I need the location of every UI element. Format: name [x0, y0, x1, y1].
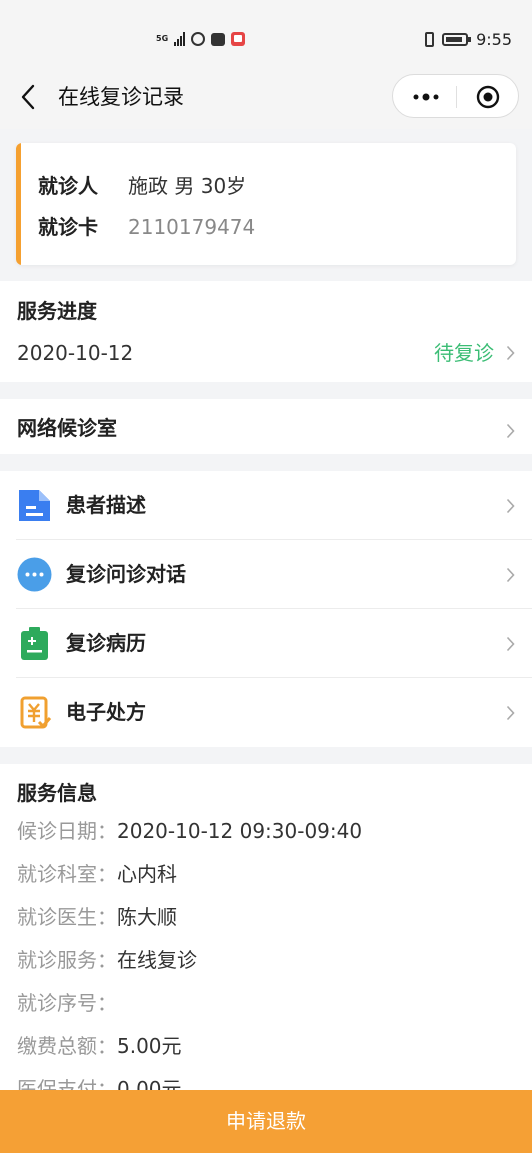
miniapp-capsule: [392, 74, 519, 118]
chevron-right-icon: [506, 345, 515, 361]
clock: 9:55: [476, 29, 512, 49]
chevron-right-icon: [506, 705, 515, 721]
menu-label: 复诊病历: [66, 631, 146, 655]
nav-bar: 在线复诊记录: [0, 65, 532, 129]
info-row-service: 就诊服务：在线复诊: [17, 946, 197, 974]
more-icon[interactable]: [411, 88, 441, 106]
network-type: 5G: [156, 34, 169, 43]
info-row-total-fee: 缴费总额：5.00元: [17, 1032, 182, 1060]
document-icon: [19, 490, 50, 521]
info-key: 就诊序号：: [17, 991, 117, 1015]
info-row-doctor: 就诊医生：陈大顺: [17, 903, 177, 931]
patient-name-row: 就诊人 施政 男 30岁: [38, 172, 246, 200]
service-info-title: 服务信息: [17, 781, 97, 805]
menu-item-prescription[interactable]: 电子处方: [0, 678, 532, 747]
info-key: 缴费总额：: [17, 1034, 117, 1058]
menu-label: 电子处方: [66, 700, 146, 724]
status-icons: 5G: [156, 28, 246, 50]
vibrate-icon: [425, 31, 435, 47]
battery-icon: [442, 32, 472, 46]
info-row-queue-number: 就诊序号：: [17, 989, 117, 1017]
card-number-value: 2110179474: [128, 215, 256, 239]
prescription-icon: [20, 696, 52, 729]
page-title: 在线复诊记录: [58, 85, 184, 109]
progress-date: 2020-10-12: [17, 341, 134, 365]
refund-button[interactable]: 申请退款: [0, 1090, 532, 1153]
menu-item-patient-description[interactable]: 患者描述: [0, 471, 532, 540]
card-number-label: 就诊卡: [38, 215, 98, 239]
info-value: 陈大顺: [117, 905, 177, 929]
message-icon: [211, 32, 226, 46]
info-key: 就诊医生：: [17, 905, 117, 929]
menu-list: 患者描述 复诊问诊对话 复诊病历 电子处方: [0, 471, 532, 747]
waiting-room-label: 网络候诊室: [17, 416, 117, 440]
menu-item-chat[interactable]: 复诊问诊对话: [0, 540, 532, 609]
progress-status: 待复诊: [434, 341, 494, 365]
app-notification-icon: [191, 32, 206, 46]
chevron-right-icon: [506, 498, 515, 514]
patient-name-value: 施政 男 30岁: [128, 174, 247, 198]
menu-label: 复诊问诊对话: [66, 562, 186, 586]
capsule-divider: [456, 86, 457, 108]
menu-item-medical-record[interactable]: 复诊病历: [0, 609, 532, 678]
patient-card: 就诊人 施政 男 30岁 就诊卡 2110179474: [16, 143, 516, 265]
service-progress-section[interactable]: 服务进度 2020-10-12 待复诊: [0, 281, 532, 382]
info-value: 在线复诊: [117, 948, 197, 972]
info-key: 就诊科室：: [17, 862, 117, 886]
patient-card-row: 就诊卡 2110179474: [38, 213, 255, 241]
close-miniapp-icon[interactable]: [476, 85, 500, 109]
info-key: 就诊服务：: [17, 948, 117, 972]
chevron-right-icon: [506, 567, 515, 583]
patient-name-label: 就诊人: [38, 174, 98, 198]
info-row-wait-date: 候诊日期：2020-10-12 09:30-09:40: [17, 817, 362, 845]
back-arrow-icon[interactable]: [20, 84, 36, 110]
info-value: 2020-10-12 09:30-09:40: [117, 819, 363, 843]
chevron-right-icon: [506, 636, 515, 652]
info-key: 候诊日期：: [17, 819, 117, 843]
menu-label: 患者描述: [66, 493, 146, 517]
card-accent: [16, 143, 21, 265]
medical-record-icon: [21, 627, 48, 660]
info-row-department: 就诊科室：心内科: [17, 860, 177, 888]
info-value: 5.00元: [117, 1034, 182, 1058]
chevron-right-icon: [506, 423, 515, 439]
waiting-room-row[interactable]: 网络候诊室: [0, 399, 532, 454]
progress-title: 服务进度: [17, 299, 97, 323]
app-badge-icon: [231, 32, 246, 46]
info-value: 心内科: [117, 862, 177, 886]
chat-icon: [17, 557, 52, 592]
signal-icon: [174, 32, 186, 46]
